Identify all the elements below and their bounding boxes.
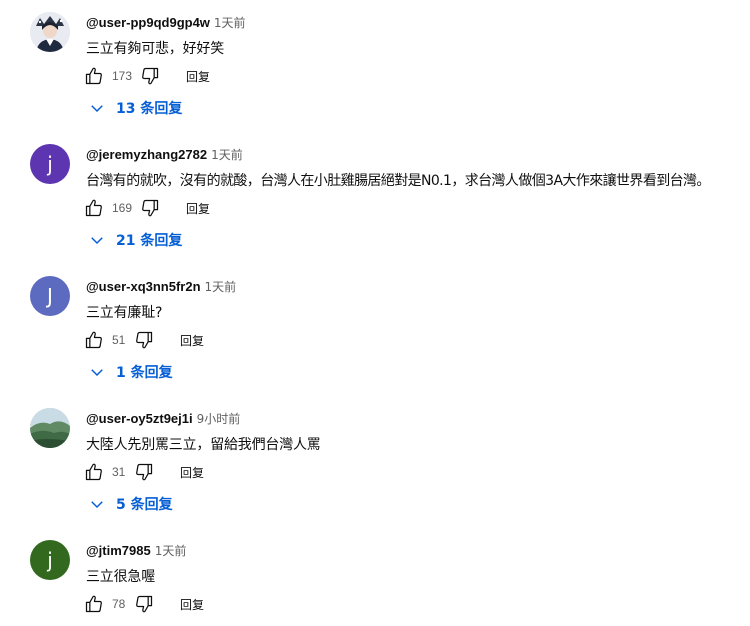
comment-text: 三立很急喔 (86, 569, 155, 585)
comment-text: 三立有廉耻? (86, 305, 163, 321)
comment-author[interactable]: @user-xq3nn5fr2n (86, 279, 201, 294)
avatar-letter: j (47, 548, 53, 572)
replies-toggle[interactable]: 13 条回复 (88, 98, 182, 118)
avatar[interactable]: j (30, 144, 70, 184)
chevron-down-icon (91, 105, 103, 113)
comment-actions: 78 回复 (82, 592, 204, 616)
replies-toggle[interactable]: 21 条回复 (88, 230, 182, 250)
replies-count: 5 条回复 (116, 497, 173, 513)
dislike-button[interactable] (132, 592, 156, 616)
landscape-photo-avatar-icon (30, 408, 70, 448)
comment-author[interactable]: @jtim7985 (86, 543, 151, 558)
comment-item: j @jtim7985 1天前 三立很急喔 78 回复 (0, 528, 750, 626)
thumbs-up-icon (85, 595, 102, 613)
comment-header: @jeremyzhang2782 1天前 (86, 146, 243, 164)
reply-button[interactable]: 回复 (186, 68, 210, 85)
chevron-down-icon (91, 369, 103, 377)
comment-time[interactable]: 9小时前 (197, 412, 241, 426)
reply-button[interactable]: 回复 (180, 464, 204, 481)
comment-header: @jtim7985 1天前 (86, 542, 186, 560)
comment-text: 大陸人先別罵三立，留給我們台灣人罵 (86, 437, 321, 453)
comment-time[interactable]: 1天前 (214, 16, 246, 30)
dislike-button[interactable] (132, 328, 156, 352)
like-count: 51 (112, 333, 126, 347)
replies-count: 1 条回复 (116, 365, 173, 381)
like-button[interactable] (82, 64, 106, 88)
thumbs-up-icon (85, 331, 102, 349)
replies-toggle[interactable]: 5 条回复 (88, 494, 173, 514)
thumbs-down-icon (136, 463, 153, 481)
dislike-button[interactable] (138, 196, 162, 220)
avatar-letter: j (47, 152, 53, 176)
avatar[interactable]: j (30, 540, 70, 580)
thumbs-down-icon (142, 67, 159, 85)
comment-actions: 173 回复 (82, 64, 210, 88)
thumbs-down-icon (136, 331, 153, 349)
comment-time[interactable]: 1天前 (211, 148, 243, 162)
comment-header: @user-pp9qd9gp4w 1天前 (86, 14, 246, 32)
dislike-button[interactable] (138, 64, 162, 88)
comment-actions: 31 回复 (82, 460, 204, 484)
comment-actions: 169 回复 (82, 196, 210, 220)
thumbs-up-icon (85, 199, 102, 217)
avatar[interactable] (30, 12, 70, 52)
replies-count: 13 条回复 (116, 101, 183, 117)
comment-item: j @jeremyzhang2782 1天前 台灣有的就吹，沒有的就酸，台灣人在小… (0, 132, 750, 264)
like-count: 173 (112, 69, 133, 83)
chevron-down-icon (91, 237, 103, 245)
avatar[interactable]: J (30, 276, 70, 316)
thumbs-down-icon (136, 595, 153, 613)
avatar[interactable] (30, 408, 70, 448)
comment-text: 台灣有的就吹，沒有的就酸，台灣人在小肚雞腸居絕對是N0.1，求台灣人做個3A大作… (86, 173, 710, 189)
thumbs-up-icon (85, 67, 102, 85)
like-count: 78 (112, 597, 126, 611)
like-button[interactable] (82, 196, 106, 220)
comment-time[interactable]: 1天前 (155, 544, 187, 558)
comment-item: J @user-xq3nn5fr2n 1天前 三立有廉耻? 51 回复 1 条回复 (0, 264, 750, 396)
avatar-letter: J (47, 284, 53, 308)
comment-header: @user-xq3nn5fr2n 1天前 (86, 278, 236, 296)
comment-text: 三立有夠可悲，好好笑 (86, 41, 224, 57)
reply-button[interactable]: 回复 (186, 200, 210, 217)
person-photo-avatar-icon (30, 12, 70, 52)
comment-actions: 51 回复 (82, 328, 204, 352)
thumbs-down-icon (142, 199, 159, 217)
like-count: 169 (112, 201, 133, 215)
comment-header: @user-oy5zt9ej1i 9小时前 (86, 410, 240, 428)
dislike-button[interactable] (132, 460, 156, 484)
reply-button[interactable]: 回复 (180, 332, 204, 349)
replies-toggle[interactable]: 1 条回复 (88, 362, 173, 382)
chevron-down-icon (91, 501, 103, 509)
comment-author[interactable]: @jeremyzhang2782 (86, 147, 207, 162)
comment-author[interactable]: @user-oy5zt9ej1i (86, 411, 193, 426)
comment-item: @user-pp9qd9gp4w 1天前 三立有夠可悲，好好笑 173 回复 13… (0, 0, 750, 132)
like-button[interactable] (82, 328, 106, 352)
comment-item: @user-oy5zt9ej1i 9小时前 大陸人先別罵三立，留給我們台灣人罵 3… (0, 396, 750, 528)
like-button[interactable] (82, 460, 106, 484)
comment-time[interactable]: 1天前 (205, 280, 237, 294)
comment-author[interactable]: @user-pp9qd9gp4w (86, 15, 210, 30)
thumbs-up-icon (85, 463, 102, 481)
replies-count: 21 条回复 (116, 233, 183, 249)
reply-button[interactable]: 回复 (180, 596, 204, 613)
like-count: 31 (112, 465, 126, 479)
like-button[interactable] (82, 592, 106, 616)
